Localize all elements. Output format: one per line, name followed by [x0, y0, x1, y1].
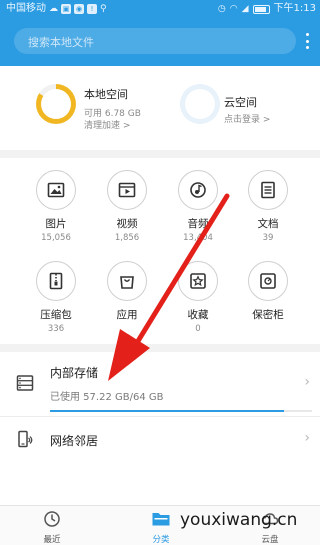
cloud-storage-ring[interactable] — [180, 84, 220, 124]
category-label: 图片 — [45, 218, 67, 230]
chevron-right-icon: › — [304, 374, 310, 390]
clock-time: 下午1:13 — [273, 3, 316, 14]
category-label: 应用 — [116, 309, 138, 321]
category-count: 0 — [195, 324, 201, 334]
internal-storage-progress — [50, 410, 312, 412]
category-count: 13,404 — [183, 233, 213, 243]
category-archives[interactable]: 压缩包 336 — [26, 261, 86, 334]
zip-icon — [36, 261, 76, 301]
favorite-star-icon — [178, 261, 218, 301]
storage-summary: 本地空间 可用 6.78 GB 清理加速 > 云空间 点击登录 > — [0, 66, 320, 150]
category-apps[interactable]: 应用 — [97, 261, 157, 324]
internal-storage-usage: 已使用 57.22 GB/64 GB — [50, 392, 164, 403]
category-label: 压缩包 — [40, 309, 72, 321]
category-videos[interactable]: 视频 1,856 — [97, 170, 157, 243]
network-device-icon — [18, 430, 33, 448]
cloud-storage-title[interactable]: 云空间 — [224, 94, 257, 110]
category-images[interactable]: 图片 15,056 — [26, 170, 86, 243]
cloud-login-link[interactable]: 点击登录 > — [224, 112, 270, 125]
document-icon — [248, 170, 288, 210]
category-count: 1,856 — [114, 233, 140, 243]
storage-list-icon — [16, 375, 34, 391]
category-label: 文档 — [257, 218, 279, 230]
internal-storage-title: 内部存储 — [50, 366, 99, 380]
wifi-icon: ◠ — [229, 4, 238, 14]
category-label: 保密柜 — [252, 309, 284, 321]
music-icon — [178, 170, 218, 210]
alert-icon: ! — [87, 4, 97, 14]
category-favorites[interactable]: 收藏 0 — [168, 261, 228, 334]
section-divider — [0, 344, 320, 352]
row-divider — [0, 416, 320, 417]
notification-icon: ▣ — [61, 4, 71, 14]
category-count: 39 — [262, 233, 274, 243]
image-icon — [36, 170, 76, 210]
clock-icon — [44, 511, 60, 527]
watermark-text: youxiwang.cn — [180, 510, 298, 530]
network-neighbors-row[interactable]: 网络邻居 › — [0, 418, 320, 464]
section-divider — [0, 150, 320, 158]
nav-label: 分类 — [152, 535, 170, 545]
category-label: 收藏 — [187, 309, 209, 321]
chevron-right-icon: › — [304, 430, 310, 446]
alarm-icon: ◷ — [217, 4, 226, 14]
safe-icon — [248, 261, 288, 301]
search-bar[interactable]: 搜索本地文件 — [14, 28, 296, 54]
status-bar: 中国移动 ☁ ▣ ◉ ! ⚲ ◷ ◠ ◢ 下午1:13 — [0, 0, 320, 20]
search-input[interactable]: 搜索本地文件 — [28, 34, 94, 50]
video-icon — [107, 170, 147, 210]
app-bag-icon — [107, 261, 147, 301]
nav-label: 最近 — [43, 535, 61, 545]
carrier-label: 中国移动 — [6, 3, 46, 14]
app-notification-icon: ◉ — [74, 4, 84, 14]
category-label: 视频 — [116, 218, 138, 230]
category-count: 15,056 — [41, 233, 71, 243]
cloud-icon: ☁ — [49, 4, 58, 14]
category-label: 音频 — [187, 218, 209, 230]
signal-icon: ◢ — [241, 4, 249, 14]
local-storage-ring[interactable] — [36, 84, 76, 124]
clean-accelerate-link[interactable]: 清理加速 > — [84, 118, 130, 131]
more-options-icon[interactable] — [303, 30, 311, 52]
category-audio[interactable]: 音频 13,404 — [168, 170, 228, 243]
nav-label: 云盘 — [261, 535, 279, 545]
network-neighbors-title: 网络邻居 — [50, 434, 99, 448]
category-safe[interactable]: 保密柜 — [238, 261, 298, 324]
key-icon: ⚲ — [100, 4, 107, 14]
progress-fill — [50, 410, 285, 412]
battery-icon — [252, 4, 270, 14]
local-storage-title[interactable]: 本地空间 — [84, 86, 128, 102]
category-count: 336 — [47, 324, 65, 334]
folder-icon — [152, 513, 170, 526]
app-header: 中国移动 ☁ ▣ ◉ ! ⚲ ◷ ◠ ◢ 下午1:13 搜索本地文件 — [0, 0, 320, 66]
nav-recent[interactable]: 最近 — [22, 510, 82, 545]
category-documents[interactable]: 文档 39 — [238, 170, 298, 243]
